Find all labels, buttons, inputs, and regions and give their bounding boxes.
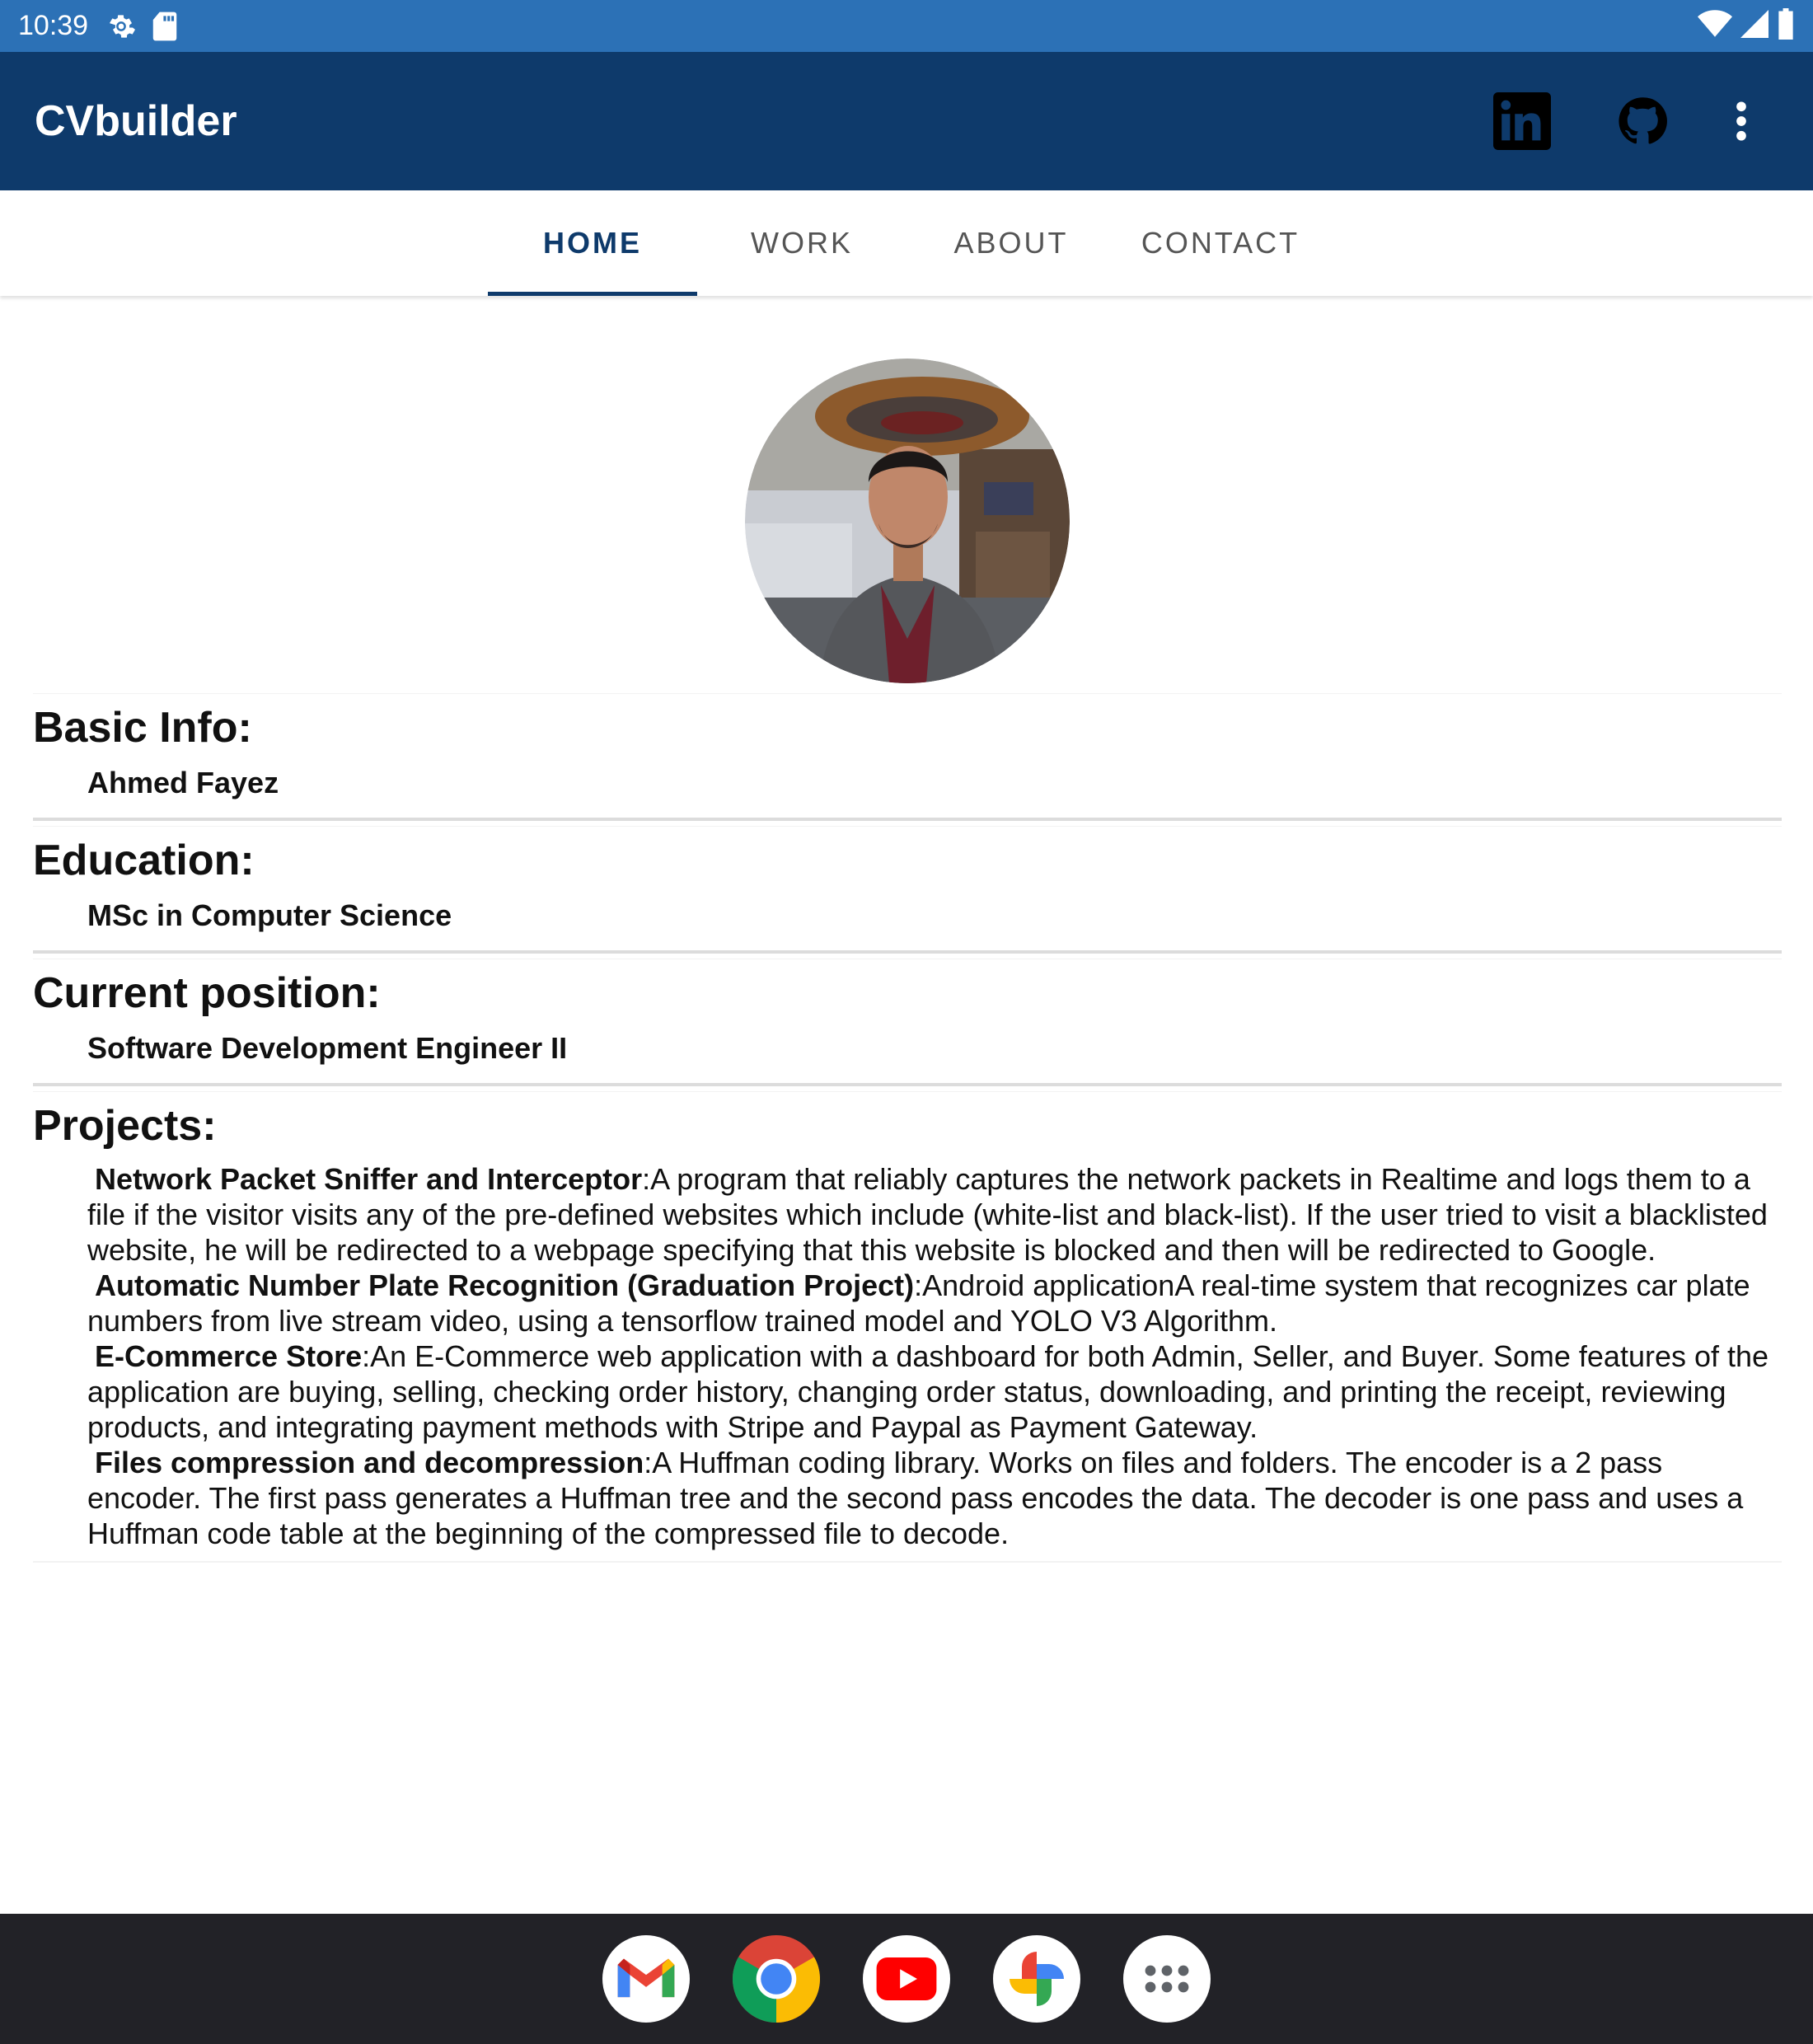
signal-icon	[1740, 10, 1768, 42]
chrome-icon	[733, 1935, 820, 2023]
app-drawer-icon	[1145, 1965, 1189, 1993]
taskbar-dock	[0, 1914, 1813, 2044]
wifi-icon	[1698, 9, 1732, 43]
project-name: Files compression and decompression	[95, 1446, 644, 1479]
tab-work[interactable]: WORK	[697, 190, 906, 296]
github-icon	[1619, 97, 1667, 144]
project-name: Automatic Number Plate Recognition (Grad…	[95, 1268, 915, 1302]
tab-bar: HOME WORK ABOUT CONTACT	[0, 190, 1813, 296]
app-bar: CVbuilder	[0, 52, 1813, 190]
tab-contact[interactable]: CONTACT	[1116, 190, 1325, 296]
github-button[interactable]	[1605, 84, 1679, 158]
sd-card-icon	[151, 11, 179, 42]
education-value: MSc in Computer Science	[87, 898, 452, 932]
battery-icon	[1777, 8, 1795, 44]
gear-icon	[105, 10, 138, 43]
list-item: Automatic Number Plate Recognition (Grad…	[87, 1268, 1773, 1338]
list-item: E-Commerce Store:An E-Commerce web appli…	[87, 1338, 1773, 1445]
current-position-card: Current position: Software Development E…	[33, 959, 1782, 1086]
list-item: Network Packet Sniffer and Interceptor:A…	[87, 1161, 1773, 1268]
linkedin-button[interactable]	[1485, 84, 1559, 158]
education-card: Education: MSc in Computer Science	[33, 826, 1782, 954]
status-time: 10:39	[18, 10, 89, 41]
project-name: E-Commerce Store	[95, 1339, 363, 1373]
list-item: Files compression and decompression:A Hu…	[87, 1445, 1773, 1551]
gmail-icon	[617, 1958, 675, 1998]
tab-home[interactable]: HOME	[488, 190, 697, 296]
more-vert-icon	[1736, 101, 1746, 141]
photos-icon	[1010, 1952, 1064, 2006]
project-name: Network Packet Sniffer and Interceptor	[95, 1162, 643, 1196]
home-content: Basic Info: Ahmed Fayez Education: MSc i…	[33, 296, 1782, 1568]
projects-list: Network Packet Sniffer and Interceptor:A…	[33, 1161, 1782, 1551]
linkedin-icon	[1493, 92, 1551, 150]
avatar-container	[33, 296, 1782, 693]
basic-info-value: Ahmed Fayez	[87, 766, 279, 799]
education-title: Education:	[33, 837, 255, 884]
photos-button[interactable]	[993, 1935, 1080, 2023]
current-position-title: Current position:	[33, 969, 381, 1017]
basic-info-title: Basic Info:	[33, 704, 252, 752]
chrome-button[interactable]	[733, 1935, 820, 2023]
current-position-value: Software Development Engineer II	[87, 1031, 568, 1065]
youtube-button[interactable]	[863, 1935, 950, 2023]
app-title: CVbuilder	[35, 97, 237, 145]
youtube-icon	[876, 1957, 937, 2000]
tab-about[interactable]: ABOUT	[906, 190, 1116, 296]
projects-title: Projects:	[33, 1102, 217, 1150]
projects-card: Projects: Network Packet Sniffer and Int…	[33, 1091, 1782, 1563]
gmail-button[interactable]	[602, 1935, 690, 2023]
app-actions	[1485, 84, 1778, 158]
status-bar: 10:39	[0, 0, 1813, 52]
overflow-menu-button[interactable]	[1704, 84, 1778, 158]
profile-photo	[745, 359, 1070, 683]
app-drawer-button[interactable]	[1123, 1935, 1211, 2023]
basic-info-card: Basic Info: Ahmed Fayez	[33, 693, 1782, 821]
